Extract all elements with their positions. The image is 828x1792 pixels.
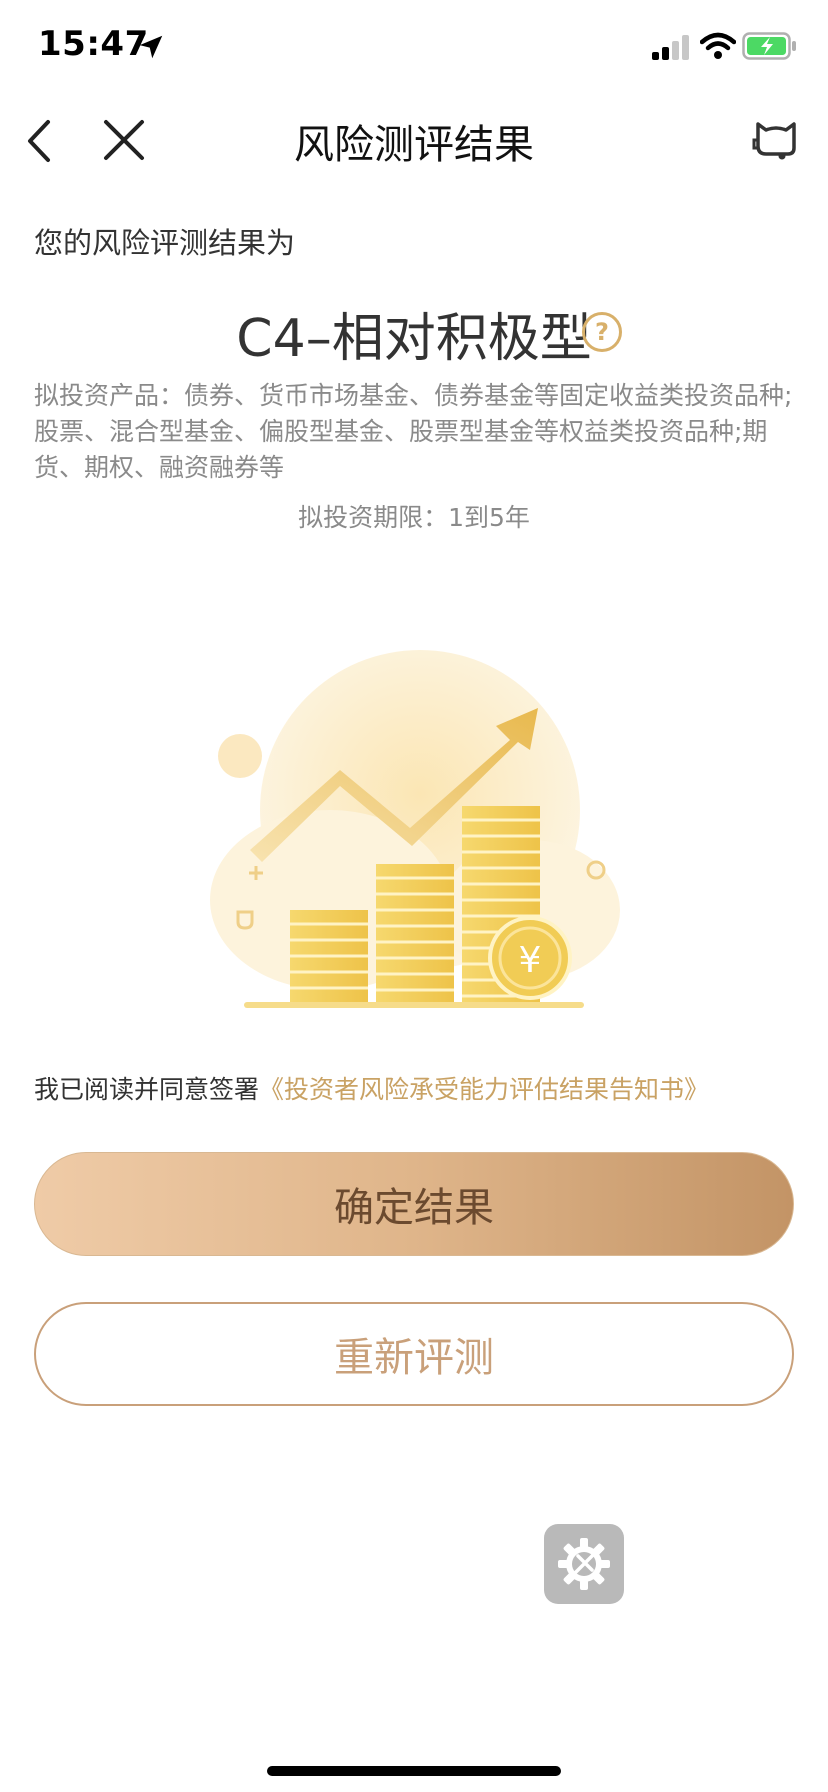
location-arrow-icon [139, 35, 163, 59]
agreement-text: 我已阅读并同意签署《投资者风险承受能力评估结果告知书》 [34, 1070, 709, 1106]
risk-level-title: C4–相对积极型 [236, 309, 592, 369]
products-description: 拟投资产品：债券、货币市场基金、债券基金等固定收益类投资品种;股票、混合型基金、… [34, 381, 793, 482]
wifi-icon [700, 32, 736, 59]
agreement-link[interactable]: 《投资者风险承受能力评估结果告知书》 [259, 1075, 709, 1104]
agreement-prefix: 我已阅读并同意签署 [34, 1075, 260, 1104]
signal-icon [652, 35, 689, 60]
status-time: 15:47 [38, 24, 149, 64]
yuan-symbol: ¥ [519, 940, 542, 981]
settings-tools-button[interactable] [544, 1524, 624, 1604]
customer-service-icon[interactable] [752, 116, 800, 162]
gear-tools-icon [558, 1538, 610, 1590]
home-indicator[interactable] [267, 1766, 561, 1776]
rising-coins-illustration: ¥ [210, 650, 620, 1008]
retest-label: 重新评测 [334, 1335, 494, 1381]
retest-button[interactable]: 重新评测 [34, 1302, 794, 1406]
investment-period: 拟投资期限：1到5年 [298, 503, 530, 532]
confirm-result-button[interactable]: 确定结果 [34, 1152, 794, 1256]
battery-charging-icon [742, 32, 796, 60]
coin-stack-middle [376, 864, 454, 1006]
confirm-result-label: 确定结果 [334, 1185, 494, 1231]
result-intro: 您的风险评测结果为 [34, 226, 296, 260]
help-icon[interactable]: ? [582, 312, 622, 352]
coin-stack-left [290, 910, 368, 1006]
page-title: 风险测评结果 [294, 122, 534, 168]
